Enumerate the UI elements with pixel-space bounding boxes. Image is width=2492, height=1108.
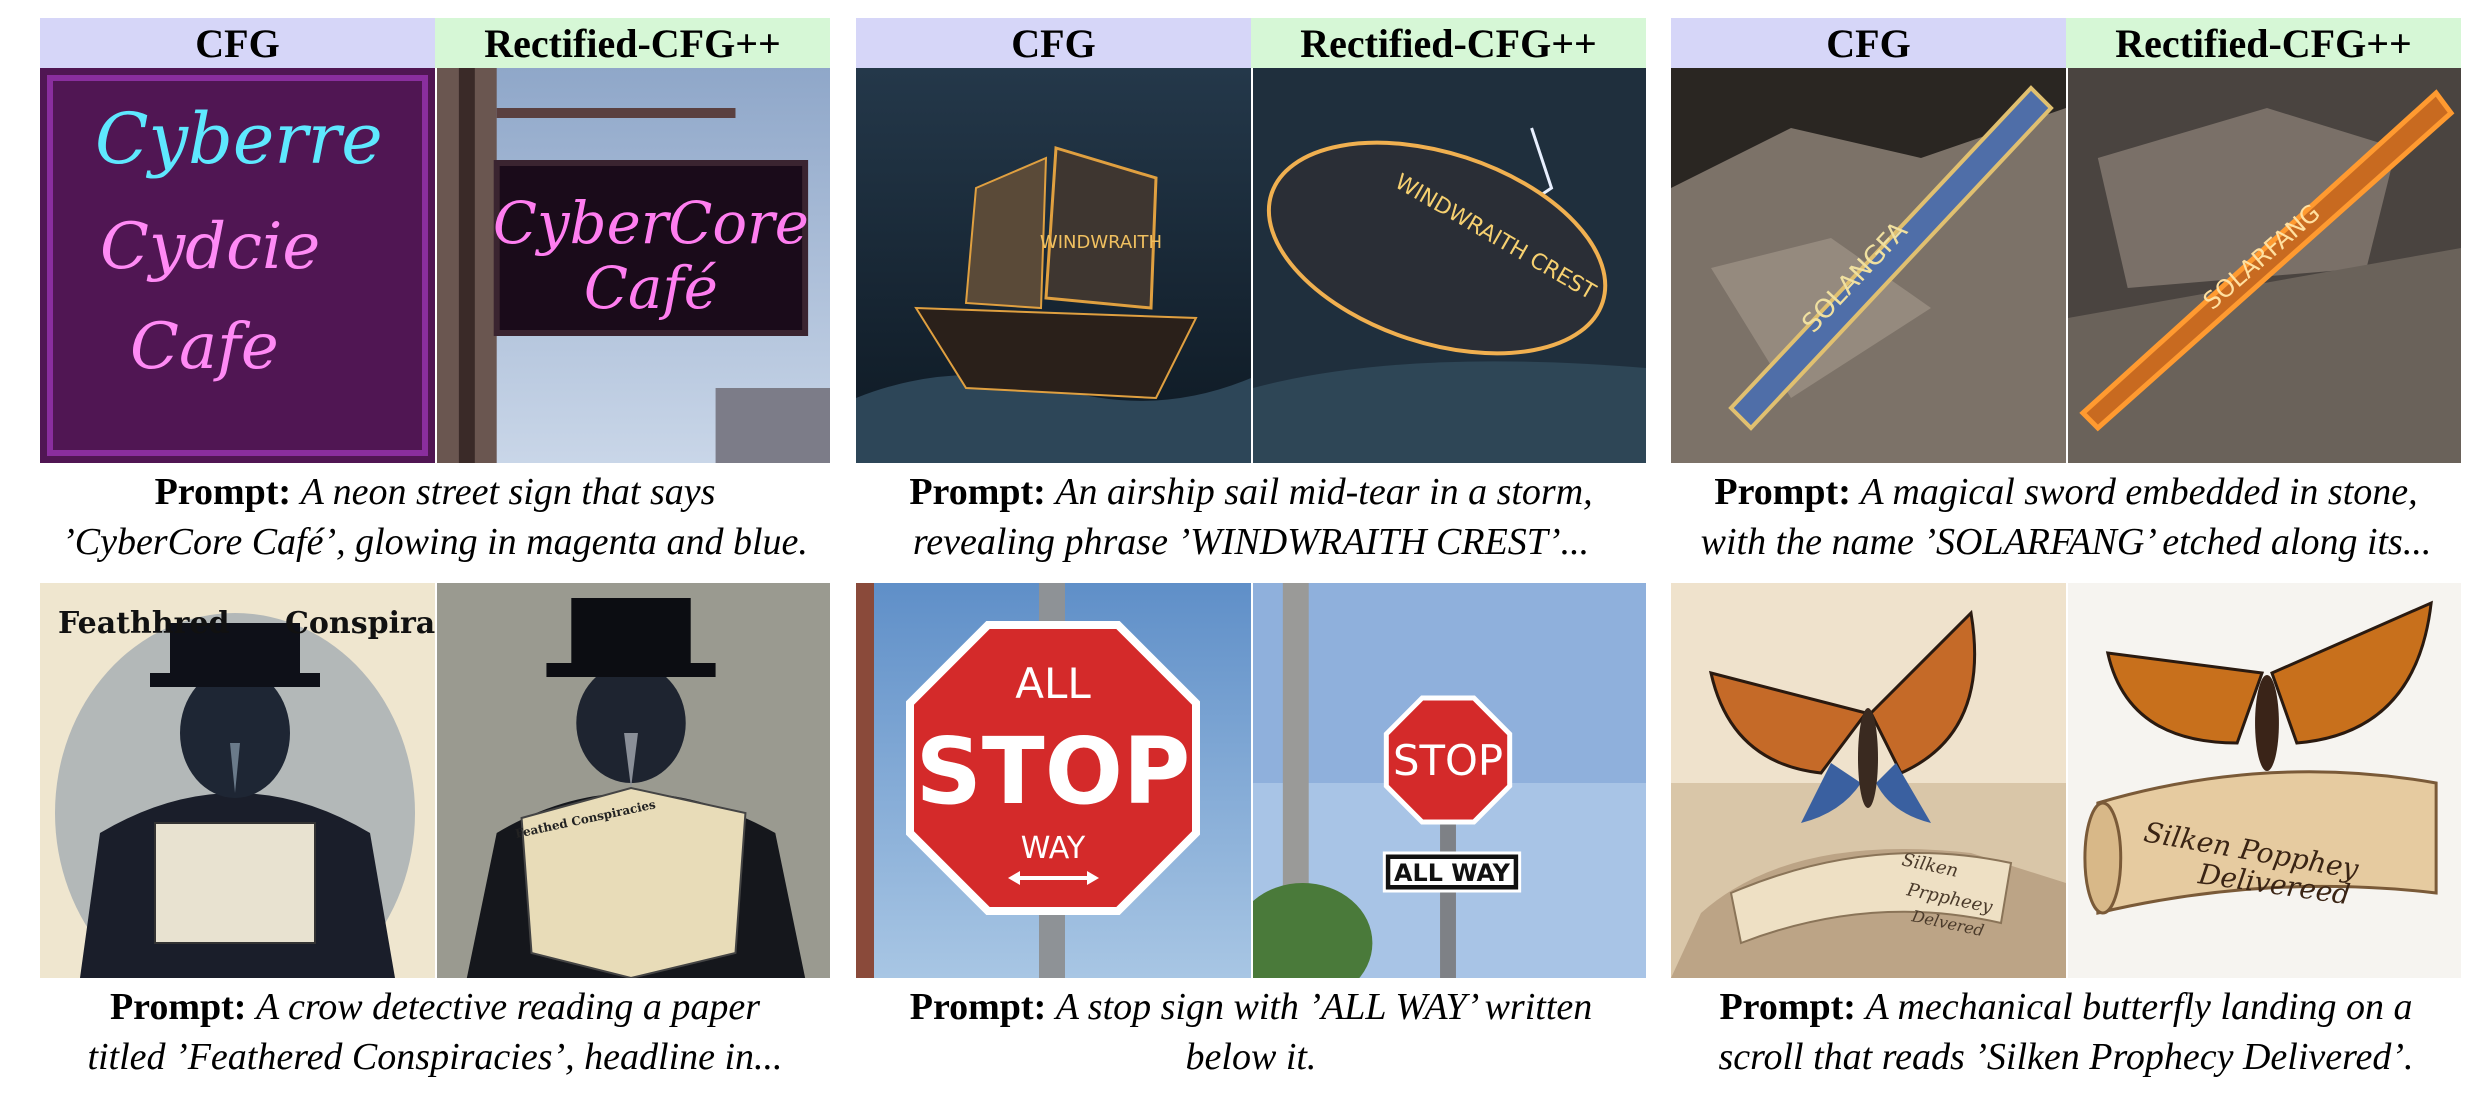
cfg-neon-text-line2: Cydcie — [100, 210, 320, 284]
cfg-header: CFG — [1671, 18, 2066, 68]
cfg-neon-text-line3: Cafe — [130, 310, 279, 384]
cfg-butterfly-image: Silken Prppheey Delvered — [1671, 583, 2066, 978]
caption-line2: below it. — [1185, 1036, 1317, 1078]
caption-line1: A crow detective reading a paper — [255, 986, 761, 1028]
cfg-crow-title-right: Conspiracies — [285, 606, 435, 641]
prompt-label: Prompt: — [1714, 471, 1851, 513]
caption-line2: revealing phrase ’WINDWRAITH CREST’... — [912, 521, 1590, 563]
cfg-neon-text-line1: Cyberre — [95, 98, 383, 180]
caption-line1: A stop sign with ’ALL WAY’ written — [1055, 986, 1593, 1028]
cfg-airship-image: WINDWRAITH — [856, 68, 1251, 463]
rectified-stop-image: STOP ALL WAY — [1251, 583, 1646, 978]
cfg-crow-image: Feathhred Conspiracies — [40, 583, 435, 978]
caption-line1: An airship sail mid-tear in a storm, — [1055, 471, 1593, 513]
caption-stop: Prompt: A stop sign with ’ALL WAY’ writt… — [856, 982, 1646, 1082]
panel-crow: Feathhred Conspiracies Feathed Conspirac… — [40, 583, 830, 1082]
prompt-label: Prompt: — [909, 471, 1046, 513]
caption-line2: with the name ’SOLARFANG’ etched along i… — [1700, 521, 2432, 563]
prompt-label: Prompt: — [909, 986, 1047, 1028]
cfg-neon-image: Cyberre Cydcie Cafe — [40, 68, 435, 463]
panel-neon-sign: CFG Rectified-CFG++ Cyberre Cydcie Cafe — [40, 18, 830, 567]
caption-line2: titled ’Feathered Conspiracies’, headlin… — [87, 1036, 783, 1078]
caption-airship: Prompt: An airship sail mid-tear in a st… — [856, 467, 1646, 567]
rectified-neon-text-line2: Café — [584, 254, 718, 322]
cfg-stop-image: ALL STOP WAY — [856, 583, 1251, 978]
caption-line2: ’CyberCore Café’, glowing in magenta and… — [62, 521, 808, 563]
rectified-stop-text: STOP — [1393, 736, 1503, 785]
cfg-crow-title-left: Feathhred — [58, 606, 230, 641]
rectified-neon-image: CyberCore Café — [435, 68, 830, 463]
rectified-cfg-header: Rectified-CFG++ — [2066, 18, 2461, 68]
caption-line2: scroll that reads ’Silken Prophecy Deliv… — [1718, 1036, 2414, 1078]
caption-line1: A mechanical butterfly landing on a — [1865, 986, 2413, 1028]
caption-line1: A magical sword embedded in stone, — [1860, 471, 2418, 513]
rectified-cfg-header: Rectified-CFG++ — [435, 18, 830, 68]
caption-butterfly: Prompt: A mechanical butterfly landing o… — [1671, 982, 2461, 1082]
panel-butterfly: Silken Prppheey Delvered Silken Popphey … — [1671, 583, 2461, 1082]
caption-line1: A neon street sign that says — [300, 471, 716, 513]
rectified-crow-image: Feathed Conspiracies — [435, 583, 830, 978]
prompt-label: Prompt: — [154, 471, 292, 513]
rectified-neon-text-line1: CyberCore — [493, 189, 809, 257]
cfg-header: CFG — [856, 18, 1251, 68]
prompt-label: Prompt: — [109, 986, 247, 1028]
rectified-cfg-header: Rectified-CFG++ — [1251, 18, 1646, 68]
cfg-stop-text-top: ALL — [1015, 659, 1091, 708]
panel-sword: CFG Rectified-CFG++ SOLANGFA SOLARFANG P… — [1671, 18, 2461, 567]
cfg-header: CFG — [40, 18, 435, 68]
rectified-allway-text: ALL WAY — [1394, 859, 1511, 887]
cfg-stop-text-main: STOP — [916, 718, 1191, 825]
cfg-airship-text: WINDWRAITH — [1040, 232, 1162, 253]
panel-airship: CFG Rectified-CFG++ WINDWRAITH WINDWRAIT… — [856, 18, 1646, 567]
caption-neon: Prompt: A neon street sign that says ’Cy… — [40, 467, 830, 567]
rectified-sword-image: SOLARFANG — [2066, 68, 2461, 463]
cfg-stop-text-bottom: WAY — [1021, 831, 1086, 866]
cfg-sword-image: SOLANGFA — [1671, 68, 2066, 463]
prompt-label: Prompt: — [1719, 986, 1856, 1028]
rectified-airship-image: WINDWRAITH CREST — [1251, 68, 1646, 463]
caption-crow: Prompt: A crow detective reading a paper… — [40, 982, 830, 1082]
panel-stop-sign: ALL STOP WAY STOP ALL WAY Prompt: A stop… — [856, 583, 1646, 1082]
caption-sword: Prompt: A magical sword embedded in ston… — [1671, 467, 2461, 567]
rectified-butterfly-image: Silken Popphey Delivereed — [2066, 583, 2461, 978]
